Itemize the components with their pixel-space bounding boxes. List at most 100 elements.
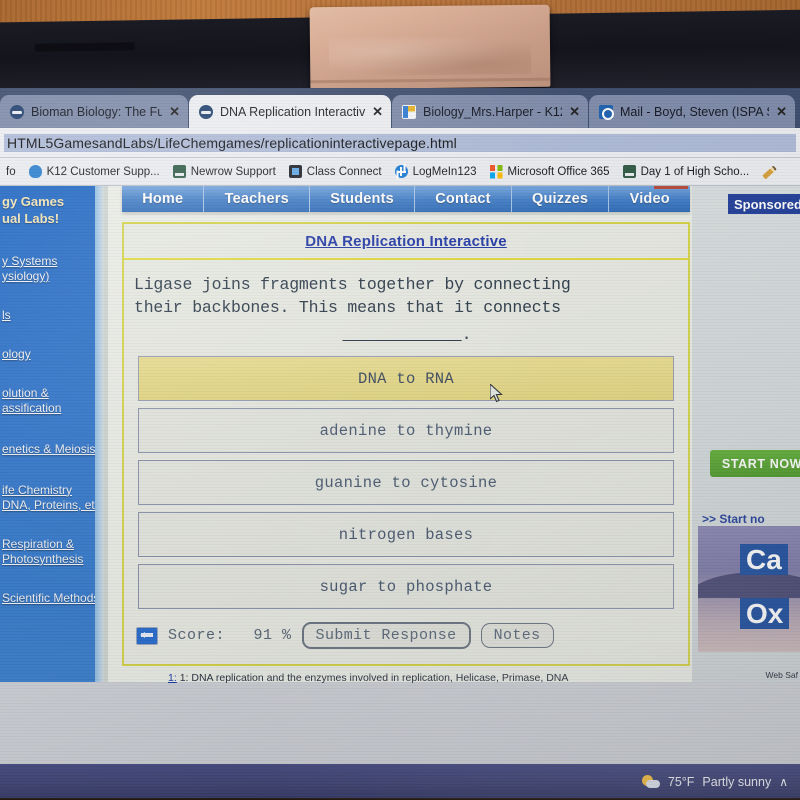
answer-choice-2[interactable]: guanine to cytosine bbox=[138, 460, 674, 506]
bookmark-item-0[interactable]: fo bbox=[6, 166, 16, 178]
close-icon[interactable]: ✕ bbox=[776, 104, 787, 120]
sidebar-item-physiology[interactable]: ysiology) bbox=[0, 269, 104, 284]
url-input[interactable]: HTML5GamesandLabs/LifeChemgames/replicat… bbox=[4, 133, 796, 152]
tab-title: Biology_Mrs.Harper - K12 Cla bbox=[423, 104, 562, 119]
sidebar-item-cells[interactable]: ls bbox=[0, 308, 104, 323]
submit-response-button[interactable]: Submit Response bbox=[301, 622, 471, 650]
blank-period: . bbox=[461, 324, 472, 344]
bookmark-item-2[interactable]: Newrow Support bbox=[172, 165, 276, 178]
bookmark-label: Class Connect bbox=[306, 165, 382, 178]
sidebar-item-dna-proteins[interactable]: DNA, Proteins, etc,) bbox=[0, 498, 104, 513]
k12-icon bbox=[402, 104, 416, 119]
sidebar-item-evolution[interactable]: olution & bbox=[0, 386, 104, 401]
browser-tab-4[interactable]: Mail - Boyd, Steven (ISPA Stu ✕ bbox=[589, 95, 795, 128]
quiz-card: DNA Replication Interactive Ligase joins… bbox=[122, 222, 690, 666]
question-line-2: their backbones. This means that it conn… bbox=[134, 298, 561, 318]
partly-sunny-icon bbox=[641, 775, 660, 789]
bookmark-item-5[interactable]: Microsoft Office 365 bbox=[489, 165, 610, 178]
start-now-link[interactable]: >> Start no bbox=[702, 512, 765, 526]
browser-tab-3[interactable]: Biology_Mrs.Harper - K12 Cla ✕ bbox=[392, 95, 588, 128]
web-safe-label: Web Saf bbox=[765, 670, 798, 680]
quiz-title: DNA Replication Interactive bbox=[305, 233, 507, 250]
nav-item-contact[interactable]: Contact bbox=[415, 186, 512, 212]
sidebar-item-genetics-meiosis[interactable]: enetics & Meiosis bbox=[0, 442, 104, 457]
blank-underscore: __________ bbox=[342, 324, 462, 344]
sidebar-item-classification[interactable]: assification bbox=[0, 401, 104, 416]
ad-banner-top[interactable] bbox=[702, 190, 800, 472]
sponsored-label: Sponsored bbox=[728, 194, 800, 214]
score-label: Score: bbox=[168, 627, 226, 645]
bookmark-label: LogMeIn123 bbox=[412, 165, 477, 178]
globe-icon bbox=[199, 104, 213, 119]
choice-label: DNA to RNA bbox=[357, 369, 454, 388]
browser-tab-2-active[interactable]: DNA Replication Interactive ✕ bbox=[189, 95, 391, 128]
nav-item-teachers[interactable]: Teachers bbox=[204, 186, 311, 212]
answer-choice-0[interactable]: DNA to RNA bbox=[138, 356, 674, 402]
ad-word-2: Ox bbox=[740, 598, 790, 630]
ad-sidebar: Sponsored START NOW >> Start no Ca Ox We… bbox=[692, 186, 800, 682]
address-bar[interactable]: HTML5GamesandLabs/LifeChemgames/replicat… bbox=[0, 128, 800, 158]
frame-icon bbox=[288, 165, 302, 178]
nav-item-students[interactable]: Students bbox=[310, 186, 416, 212]
score-value: 91 % bbox=[253, 627, 292, 645]
bookmarks-bar: fo K12 Customer Supp... Newrow Support C… bbox=[0, 158, 800, 186]
notes-button[interactable]: Notes bbox=[480, 623, 554, 649]
sidebar-heading-line2: ual Labs! bbox=[2, 210, 60, 226]
bezel-speaker-grille bbox=[34, 42, 135, 52]
sidebar-item-life-chemistry[interactable]: ife Chemistry bbox=[0, 483, 104, 498]
close-icon[interactable]: ✕ bbox=[169, 104, 180, 120]
answer-choice-1[interactable]: adenine to thymine bbox=[138, 408, 674, 454]
screen-area: Bioman Biology: The Fun Plac ✕ DNA Repli… bbox=[0, 88, 800, 800]
site-left-sidebar: gy Games ual Labs! y Systems ysiology) l… bbox=[0, 186, 104, 682]
bookmark-item-3[interactable]: Class Connect bbox=[288, 165, 382, 178]
back-arrow-icon[interactable] bbox=[136, 626, 158, 645]
bookmark-label: K12 Customer Supp... bbox=[46, 165, 160, 178]
bookmark-item-4[interactable]: LogMeIn123 bbox=[394, 165, 477, 178]
ad-word-1: Ca bbox=[740, 544, 788, 576]
taskbar-weather-widget[interactable]: 75°F Partly sunny ∧ bbox=[641, 775, 788, 789]
bookmark-label: Microsoft Office 365 bbox=[507, 165, 610, 178]
sidebar-item-scientific-methods[interactable]: Scientific Methods bbox=[0, 591, 104, 606]
choice-label: nitrogen bases bbox=[338, 525, 474, 544]
close-icon[interactable]: ✕ bbox=[372, 104, 383, 120]
score-display: Score: 91 % bbox=[168, 627, 292, 644]
windows-taskbar: 75°F Partly sunny ∧ bbox=[0, 764, 800, 800]
sidebar-item-respiration[interactable]: Respiration & bbox=[0, 537, 104, 552]
nav-item-home[interactable]: Home bbox=[122, 186, 205, 212]
ad-banner-bottom[interactable]: Ca Ox bbox=[698, 526, 800, 652]
sidebar-item-ecology[interactable]: ology bbox=[0, 347, 104, 362]
choice-label: sugar to phosphate bbox=[319, 577, 493, 596]
mail-icon bbox=[599, 104, 614, 120]
bookmark-label: Newrow Support bbox=[190, 165, 276, 178]
main-content: Home Teachers Students Contact Quizzes V… bbox=[104, 186, 692, 684]
weather-temperature: 75°F bbox=[667, 775, 695, 789]
choice-label: adenine to thymine bbox=[319, 421, 493, 440]
chevron-up-icon[interactable]: ∧ bbox=[779, 775, 788, 789]
nav-item-quizzes[interactable]: Quizzes bbox=[511, 186, 610, 212]
footnote-body: 1: DNA replication and the enzymes invol… bbox=[179, 672, 569, 684]
footnote-link[interactable]: 1: bbox=[168, 672, 177, 684]
quiz-control-bar: Score: 91 % Submit Response Notes bbox=[124, 616, 688, 650]
browser-tab-strip: Bioman Biology: The Fun Plac ✕ DNA Repli… bbox=[0, 88, 800, 128]
answer-choices-list: DNA to RNA adenine to thymine guanine to… bbox=[124, 346, 688, 610]
question-text: Ligase joins fragments together by conne… bbox=[124, 260, 688, 346]
screen-icon bbox=[622, 165, 636, 178]
sidebar-item-body-systems[interactable]: y Systems bbox=[0, 254, 104, 269]
sidebar-item-photosynthesis[interactable]: Photosynthesis bbox=[0, 552, 104, 567]
browser-tab-1[interactable]: Bioman Biology: The Fun Plac ✕ bbox=[0, 95, 188, 128]
web-page: gy Games ual Labs! y Systems ysiology) l… bbox=[0, 186, 800, 684]
answer-choice-3[interactable]: nitrogen bases bbox=[138, 512, 674, 558]
question-blank-line: __________. bbox=[134, 323, 680, 346]
bookmark-item-1[interactable]: K12 Customer Supp... bbox=[28, 165, 160, 178]
pencil-icon[interactable] bbox=[762, 165, 776, 179]
photo-of-monitor-scene: Bioman Biology: The Fun Plac ✕ DNA Repli… bbox=[0, 0, 800, 800]
nav-item-video[interactable]: Video bbox=[609, 186, 690, 212]
sidebar-heading-line1: gy Games bbox=[2, 194, 65, 209]
sidebar-edge bbox=[95, 186, 104, 682]
tab-title: DNA Replication Interactive bbox=[220, 104, 366, 119]
start-now-button[interactable]: START NOW bbox=[710, 450, 800, 477]
bookmark-item-6[interactable]: Day 1 of High Scho... bbox=[622, 165, 749, 178]
close-icon[interactable]: ✕ bbox=[569, 104, 580, 120]
sticky-note-on-bezel bbox=[309, 4, 551, 90]
answer-choice-4[interactable]: sugar to phosphate bbox=[138, 564, 674, 610]
